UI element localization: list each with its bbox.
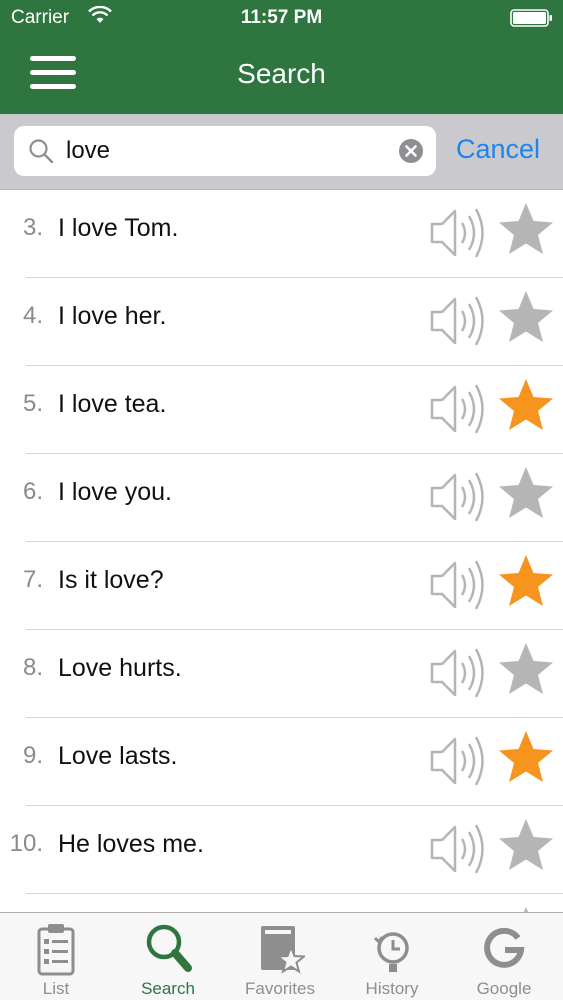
item-number: 4. (22, 302, 43, 329)
star-icon[interactable] (497, 288, 555, 346)
clear-search-icon[interactable] (398, 138, 424, 164)
item-number: 7. (22, 566, 43, 593)
list-item[interactable]: 3. I love Tom. (0, 190, 563, 278)
star-filled-icon[interactable] (497, 728, 555, 786)
star-filled-icon[interactable] (497, 376, 555, 434)
search-input[interactable] (66, 134, 386, 168)
clipboard-list-icon (37, 924, 75, 976)
list-item[interactable]: 10. He loves me. (0, 806, 563, 894)
tab-search[interactable]: Search (112, 913, 224, 1000)
list-item-partial (0, 894, 563, 912)
page-title: Search (237, 58, 326, 89)
book-star-icon (261, 926, 305, 974)
tab-label: History (365, 979, 419, 998)
star-icon[interactable] (497, 816, 555, 874)
star-icon[interactable] (497, 200, 555, 258)
search-field[interactable] (14, 126, 436, 176)
speaker-icon[interactable] (429, 206, 487, 260)
speaker-icon[interactable] (429, 382, 487, 436)
speaker-icon[interactable] (429, 822, 487, 876)
tab-list[interactable]: List (0, 913, 112, 1000)
item-text: I love Tom. (58, 214, 179, 242)
list-item[interactable]: 6. I love you. (0, 454, 563, 542)
item-number: 5. (22, 390, 43, 417)
list-item[interactable]: 8. Love hurts. (0, 630, 563, 718)
tab-favorites[interactable]: Favorites (224, 913, 336, 1000)
star-icon[interactable] (497, 464, 555, 522)
star-icon (497, 904, 555, 912)
star-filled-icon[interactable] (497, 552, 555, 610)
status-bar: Carrier 11:57 PM (0, 0, 563, 36)
tab-label: Google (476, 979, 532, 998)
item-text: I love tea. (58, 390, 167, 418)
google-g-icon (484, 927, 525, 968)
item-number: 10. (9, 830, 43, 857)
speaker-icon[interactable] (429, 558, 487, 612)
magnifier-icon (146, 924, 192, 972)
speaker-icon[interactable] (429, 734, 487, 788)
header: Carrier 11:57 PM Search (0, 0, 563, 114)
tab-bar: List Search Favorites History Google (0, 912, 563, 1000)
item-text: Is it love? (58, 566, 164, 594)
list-item[interactable]: 4. I love her. (0, 278, 563, 366)
tab-google[interactable]: Google (448, 913, 560, 1000)
list-item[interactable]: 5. I love tea. (0, 366, 563, 454)
speaker-icon[interactable] (429, 646, 487, 700)
list-item[interactable]: 9. Love lasts. (0, 718, 563, 806)
speaker-icon[interactable] (429, 294, 487, 348)
tab-history[interactable]: History (336, 913, 448, 1000)
clock-history-icon (373, 932, 409, 972)
item-text: I love you. (58, 478, 172, 506)
results-list: 3. I love Tom. 4. I love her. 5. I love tea. 6… (0, 190, 563, 912)
item-text: He loves me. (58, 830, 204, 858)
tab-label: Favorites (245, 979, 315, 998)
search-bar: Cancel (0, 114, 563, 190)
clock: 11:57 PM (240, 7, 323, 28)
cancel-button[interactable]: Cancel (456, 134, 540, 165)
tab-label: List (42, 979, 70, 998)
item-number: 9. (22, 742, 43, 769)
item-text: I love her. (58, 302, 167, 330)
item-number: 8. (22, 654, 43, 681)
battery-icon (510, 9, 552, 27)
item-text: Love hurts. (58, 654, 182, 682)
search-icon (29, 139, 54, 164)
item-text: Love lasts. (58, 742, 178, 770)
item-number: 6. (22, 478, 43, 505)
item-number: 3. (22, 214, 43, 241)
tab-label: Search (141, 979, 195, 998)
list-item[interactable]: 7. Is it love? (0, 542, 563, 630)
star-icon[interactable] (497, 640, 555, 698)
speaker-icon[interactable] (429, 470, 487, 524)
